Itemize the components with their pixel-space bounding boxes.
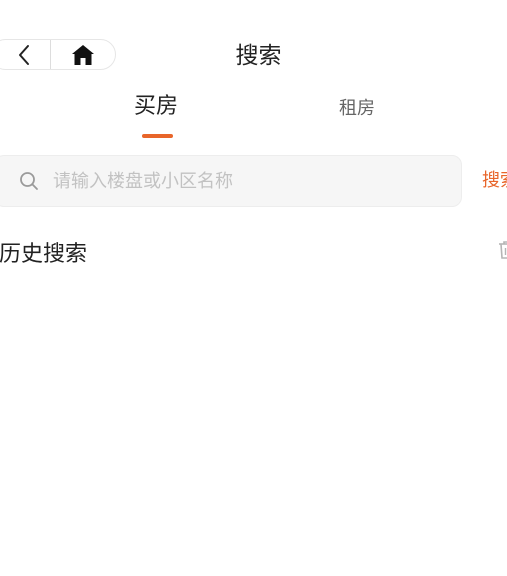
tab-buy[interactable]: 买房	[134, 92, 178, 122]
search-button[interactable]: 搜索	[482, 169, 507, 193]
search-box[interactable]	[0, 155, 462, 207]
search-input[interactable]	[51, 169, 435, 193]
page-title: 搜索	[235, 43, 282, 69]
trash-icon[interactable]	[498, 240, 507, 260]
history-title: 历史搜索	[0, 242, 88, 267]
search-icon	[19, 171, 39, 191]
tab-rent[interactable]: 租房	[339, 94, 375, 124]
active-tab-indicator	[142, 134, 173, 138]
